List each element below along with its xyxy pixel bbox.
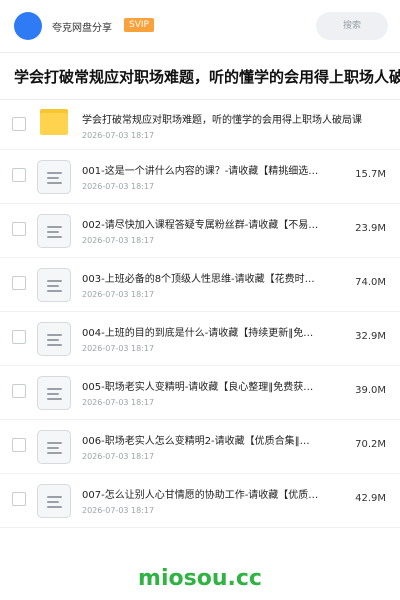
file-size: 70.2M	[355, 439, 386, 450]
document-icon	[37, 214, 71, 248]
file-date: 2026-07-03 18:17	[82, 131, 155, 140]
select-checkbox[interactable]	[12, 330, 26, 344]
select-checkbox[interactable]	[12, 117, 26, 131]
folder-icon	[40, 109, 68, 135]
select-checkbox[interactable]	[12, 438, 26, 452]
file-date: 2026-07-03 18:17	[82, 344, 155, 353]
document-icon	[37, 160, 71, 194]
file-row[interactable]: 007-怎么让别人心甘情愿的协助工作-请收藏【优质… 2026-07-03 18…	[0, 474, 400, 528]
file-row[interactable]: 006-职场老实人怎么变精明2-请收藏【优质合集‖… 2026-07-03 18…	[0, 420, 400, 474]
select-checkbox[interactable]	[12, 492, 26, 506]
select-checkbox[interactable]	[12, 168, 26, 182]
file-name: 002-请尽快加入课程答疑专属粉丝群-请收藏【不易…	[82, 220, 319, 231]
file-name: 007-怎么让别人心甘情愿的协助工作-请收藏【优质…	[82, 490, 319, 501]
document-icon	[37, 376, 71, 410]
file-name: 学会打破常规应对职场难题，听的懂学的会用得上职场人破局课	[82, 115, 362, 126]
file-row[interactable]: 004-上班的目的到底是什么-请收藏【持续更新‖免… 2026-07-03 18…	[0, 312, 400, 366]
select-checkbox[interactable]	[12, 222, 26, 236]
file-size: 15.7M	[355, 169, 386, 180]
document-icon	[37, 268, 71, 302]
file-date: 2026-07-03 18:17	[82, 182, 155, 191]
file-date: 2026-07-03 18:17	[82, 236, 155, 245]
watermark: miosou.cc	[138, 566, 262, 591]
file-row[interactable]: 002-请尽快加入课程答疑专属粉丝群-请收藏【不易… 2026-07-03 18…	[0, 204, 400, 258]
file-list: 学会打破常规应对职场难题，听的懂学的会用得上职场人破局课 2026-07-03 …	[0, 100, 400, 528]
header: 夸克网盘分享 SVIP 搜索	[0, 0, 400, 52]
page-title: 学会打破常规应对职场难题，听的懂学的会用得上职场人破	[14, 68, 400, 86]
file-name: 006-职场老实人怎么变精明2-请收藏【优质合集‖…	[82, 436, 310, 447]
file-name: 005-职场老实人变精明-请收藏【良心整理‖免费获…	[82, 382, 314, 393]
file-size: 23.9M	[355, 223, 386, 234]
file-row[interactable]: 005-职场老实人变精明-请收藏【良心整理‖免费获… 2026-07-03 18…	[0, 366, 400, 420]
file-name: 003-上班必备的8个顶级人性思维-请收藏【花费时…	[82, 274, 315, 285]
search-input[interactable]: 搜索	[316, 12, 388, 40]
select-checkbox[interactable]	[12, 276, 26, 290]
document-icon	[37, 430, 71, 464]
file-date: 2026-07-03 18:17	[82, 290, 155, 299]
file-size: 32.9M	[355, 331, 386, 342]
title-bar: 学会打破常规应对职场难题，听的懂学的会用得上职场人破	[0, 52, 400, 100]
app-name: 夸克网盘分享	[52, 23, 112, 34]
file-name: 004-上班的目的到底是什么-请收藏【持续更新‖免…	[82, 328, 314, 339]
avatar[interactable]	[14, 12, 42, 40]
file-name: 001-这是一个讲什么内容的课？-请收藏【精挑细选…	[82, 166, 319, 177]
file-size: 74.0M	[355, 277, 386, 288]
select-checkbox[interactable]	[12, 384, 26, 398]
document-icon	[37, 484, 71, 518]
svip-badge: SVIP	[124, 18, 154, 32]
file-size: 39.0M	[355, 385, 386, 396]
file-row[interactable]: 003-上班必备的8个顶级人性思维-请收藏【花费时… 2026-07-03 18…	[0, 258, 400, 312]
file-row[interactable]: 001-这是一个讲什么内容的课？-请收藏【精挑细选… 2026-07-03 18…	[0, 150, 400, 204]
file-date: 2026-07-03 18:17	[82, 398, 155, 407]
file-date: 2026-07-03 18:17	[82, 506, 155, 515]
file-size: 42.9M	[355, 493, 386, 504]
folder-row[interactable]: 学会打破常规应对职场难题，听的懂学的会用得上职场人破局课 2026-07-03 …	[0, 100, 400, 150]
document-icon	[37, 322, 71, 356]
file-date: 2026-07-03 18:17	[82, 452, 155, 461]
